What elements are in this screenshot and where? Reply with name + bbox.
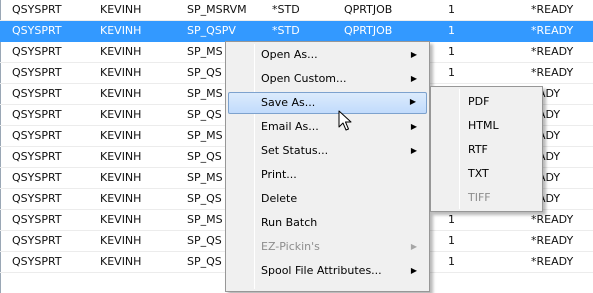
menu-item-ez-pickin-s[interactable]: EZ-Pickin's ▶ (228, 236, 427, 258)
table-cell: QSYSPRT (12, 234, 62, 247)
table-cell: QSYSPRT (12, 45, 62, 58)
table-cell: KEVINH (100, 213, 142, 226)
context-menu: Open As... ▶ Open Custom... ▶ Save As... ▶ Ema… (225, 41, 430, 292)
table-cell: QSYSPRT (12, 87, 62, 100)
arrow-pointer-icon (338, 110, 352, 131)
table-cell: QSYSPRT (12, 3, 62, 16)
menu-item-delete[interactable]: Delete (228, 188, 427, 210)
table-cell: QSYSPRT (12, 255, 62, 268)
table-cell: SP_MSRVM (187, 3, 247, 16)
table-cell: KEVINH (100, 234, 142, 247)
menu-item-label: Save As... (261, 96, 316, 109)
table-row[interactable]: QSYSPRT KEVINH SP_MSRVM *STD QPRTJOB 1 *READY (0, 0, 593, 21)
table-cell: QSYSPRT (12, 24, 62, 37)
table-cell: KEVINH (100, 129, 142, 142)
submenu-arrow-icon: ▶ (410, 266, 417, 275)
submenu-item-rtf[interactable]: RTF (433, 139, 540, 161)
table-cell: 1 (448, 66, 455, 79)
menu-item-run-batch[interactable]: Run Batch (228, 212, 427, 234)
menu-item-save-as[interactable]: Save As... ▶ (228, 92, 427, 114)
submenu-arrow-icon: ▶ (409, 97, 416, 106)
menu-item-email-as[interactable]: Email As... ▶ (228, 116, 427, 138)
table-cell: *READY (531, 45, 574, 58)
table-cell: SP_QSPV (187, 24, 236, 37)
menu-item-print[interactable]: Print... (228, 164, 427, 186)
table-cell: *READY (531, 66, 574, 79)
table-cell: KEVINH (100, 24, 142, 37)
submenu-item-html[interactable]: HTML (433, 115, 540, 137)
table-cell: QSYSPRT (12, 192, 62, 205)
submenu-arrow-icon: ▶ (410, 74, 417, 83)
table-cell: KEVINH (100, 192, 142, 205)
table-cell: 1 (448, 45, 455, 58)
menu-item-label: Spool File Attributes... (261, 264, 382, 277)
menu-item-set-status[interactable]: Set Status... ▶ (228, 140, 427, 162)
submenu-arrow-icon: ▶ (410, 242, 417, 251)
submenu-item-tiff[interactable]: TIFF (433, 187, 540, 209)
table-cell: 1 (448, 3, 455, 16)
menu-item-open-custom[interactable]: Open Custom... ▶ (228, 68, 427, 90)
table-cell: QSYSPRT (12, 66, 62, 79)
table-cell: QSYSPRT (12, 171, 62, 184)
table-cell: *READY (531, 234, 574, 247)
submenu-item-pdf[interactable]: PDF (433, 91, 540, 113)
table-cell: 1 (448, 234, 455, 247)
table-row-selected[interactable]: QSYSPRT KEVINH SP_QSPV *STD QPRTJOB 1 *READY (0, 21, 593, 42)
save-as-submenu: PDF HTML RTF TXT TIFF (430, 86, 543, 212)
table-cell: *READY (531, 213, 574, 226)
table-cell: 1 (448, 213, 455, 226)
table-cell: KEVINH (100, 255, 142, 268)
table-cell: QSYSPRT (12, 150, 62, 163)
menu-item-label: Delete (261, 192, 298, 205)
table-cell: *READY (531, 255, 574, 268)
table-cell: KEVINH (100, 150, 142, 163)
submenu-item-txt[interactable]: TXT (433, 163, 540, 185)
menu-item-label: Email As... (261, 120, 319, 133)
table-cell: KEVINH (100, 3, 142, 16)
menu-item-label: Open Custom... (261, 72, 347, 85)
table-cell: QSYSPRT (12, 213, 62, 226)
table-cell: KEVINH (100, 66, 142, 79)
menu-item-label: Print... (261, 168, 297, 181)
table-cell: KEVINH (100, 87, 142, 100)
table-cell: 1 (448, 24, 455, 37)
menu-item-label: Set Status... (261, 144, 329, 157)
submenu-arrow-icon: ▶ (410, 146, 417, 155)
submenu-arrow-icon: ▶ (410, 122, 417, 131)
table-cell: QSYSPRT (12, 108, 62, 121)
table-cell: KEVINH (100, 108, 142, 121)
table-cell: *READY (531, 3, 574, 16)
table-cell: KEVINH (100, 171, 142, 184)
table-cell: *STD (272, 3, 300, 16)
table-cell: QPRTJOB (344, 3, 393, 16)
menu-item-label: Run Batch (261, 216, 318, 229)
table-cell: QPRTJOB (344, 24, 393, 37)
table-cell: *STD (272, 24, 300, 37)
table-cell: *READY (531, 24, 574, 37)
table-cell: QSYSPRT (12, 129, 62, 142)
table-cell: 1 (448, 255, 455, 268)
menu-item-label: EZ-Pickin's (261, 240, 320, 253)
menu-item-open-as[interactable]: Open As... ▶ (228, 44, 427, 66)
menu-item-spool-file-attributes[interactable]: Spool File Attributes... ▶ (228, 260, 427, 282)
submenu-arrow-icon: ▶ (410, 50, 417, 59)
table-cell: KEVINH (100, 45, 142, 58)
menu-item-label: Open As... (261, 48, 318, 61)
